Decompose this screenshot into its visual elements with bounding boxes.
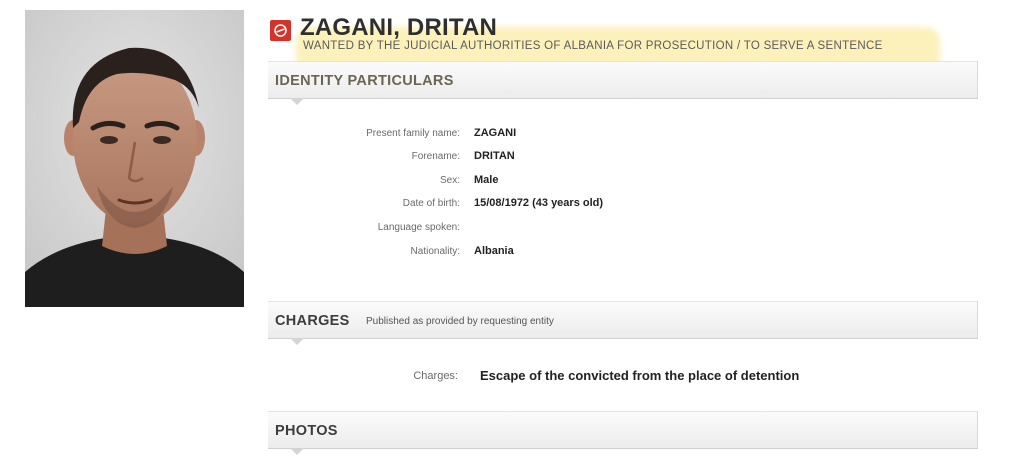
section-note: Published as provided by requesting enti… bbox=[366, 316, 554, 327]
section-title: PHOTOS bbox=[275, 423, 338, 439]
section-title: IDENTITY PARTICULARS bbox=[275, 73, 454, 89]
field-forename: Forename: DRITAN bbox=[268, 150, 908, 167]
field-value: 15/08/1972 (43 years old) bbox=[474, 197, 604, 209]
person-photo bbox=[25, 10, 244, 307]
field-value: ZAGANI bbox=[474, 127, 517, 139]
field-value: DRITAN bbox=[474, 150, 515, 162]
field-language-spoken: Language spoken: bbox=[268, 222, 908, 238]
charges-label: Charges: bbox=[413, 370, 458, 382]
field-label: Date of birth: bbox=[402, 198, 460, 209]
section-charges[interactable]: CHARGES Published as provided by request… bbox=[268, 301, 978, 345]
wanted-subtitle: WANTED BY THE JUDICIAL AUTHORITIES OF AL… bbox=[303, 40, 883, 52]
field-label: Sex: bbox=[439, 175, 460, 186]
field-sex: Sex: Male bbox=[268, 174, 908, 191]
red-notice-icon bbox=[270, 20, 291, 41]
field-label: Nationality: bbox=[410, 246, 460, 257]
field-family-name: Present family name: ZAGANI bbox=[268, 127, 908, 144]
section-title: CHARGES bbox=[275, 313, 350, 329]
field-label: Forename: bbox=[411, 151, 460, 162]
field-date-of-birth: Date of birth: 15/08/1972 (43 years old) bbox=[268, 197, 908, 214]
field-nationality: Nationality: Albania bbox=[268, 245, 908, 262]
section-identity-particulars[interactable]: IDENTITY PARTICULARS bbox=[268, 61, 978, 105]
field-label: Present family name: bbox=[366, 128, 460, 139]
wanted-notice-page: ZAGANI, DRITAN WANTED BY THE JUDICIAL AU… bbox=[0, 0, 1024, 459]
field-value: Albania bbox=[474, 245, 514, 257]
charges-value: Escape of the convicted from the place o… bbox=[480, 368, 800, 383]
field-label: Language spoken: bbox=[377, 222, 460, 233]
wanted-person-name: ZAGANI, DRITAN bbox=[300, 14, 498, 41]
field-value: Male bbox=[474, 174, 499, 186]
section-photos[interactable]: PHOTOS bbox=[268, 411, 978, 455]
